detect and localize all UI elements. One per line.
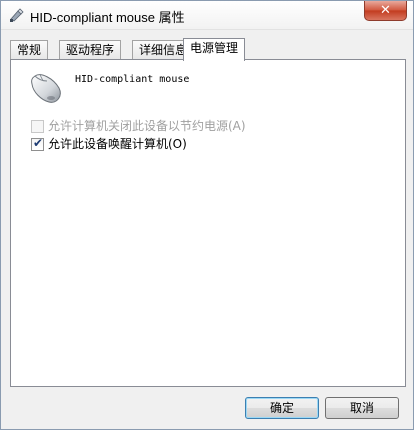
allow-wake-checkbox[interactable]: ✔ [31, 136, 44, 151]
cancel-button[interactable]: 取消 [325, 397, 399, 419]
allow-power-off-label: 允许计算机关闭此设备以节约电源(A) [48, 119, 246, 133]
device-manager-icon [10, 8, 24, 22]
allow-power-off-checkbox[interactable] [31, 120, 44, 133]
close-button[interactable]: ✕ [364, 1, 407, 21]
power-management-panel: HID-compliant mouse 允许计算机关闭此设备以节约电源(A) ✔… [10, 59, 406, 387]
mouse-icon [31, 73, 61, 103]
checkmark-icon: ✔ [33, 136, 44, 150]
title-bar[interactable]: HID-compliant mouse 属性 ✕ [1, 1, 413, 30]
properties-dialog: HID-compliant mouse 属性 ✕ 常规 驱动程序 详细信息 电源… [0, 0, 414, 430]
ok-button[interactable]: 确定 [245, 397, 319, 419]
device-name: HID-compliant mouse [75, 74, 190, 85]
tab-general[interactable]: 常规 [10, 40, 49, 60]
allow-wake-label[interactable]: 允许此设备唤醒计算机(O) [48, 136, 187, 152]
tab-strip: 常规 驱动程序 详细信息 电源管理 [10, 38, 406, 61]
tab-power-management[interactable]: 电源管理 [183, 38, 246, 61]
window-title: HID-compliant mouse 属性 [30, 10, 185, 25]
tab-driver[interactable]: 驱动程序 [59, 40, 122, 60]
close-icon: ✕ [380, 3, 391, 18]
